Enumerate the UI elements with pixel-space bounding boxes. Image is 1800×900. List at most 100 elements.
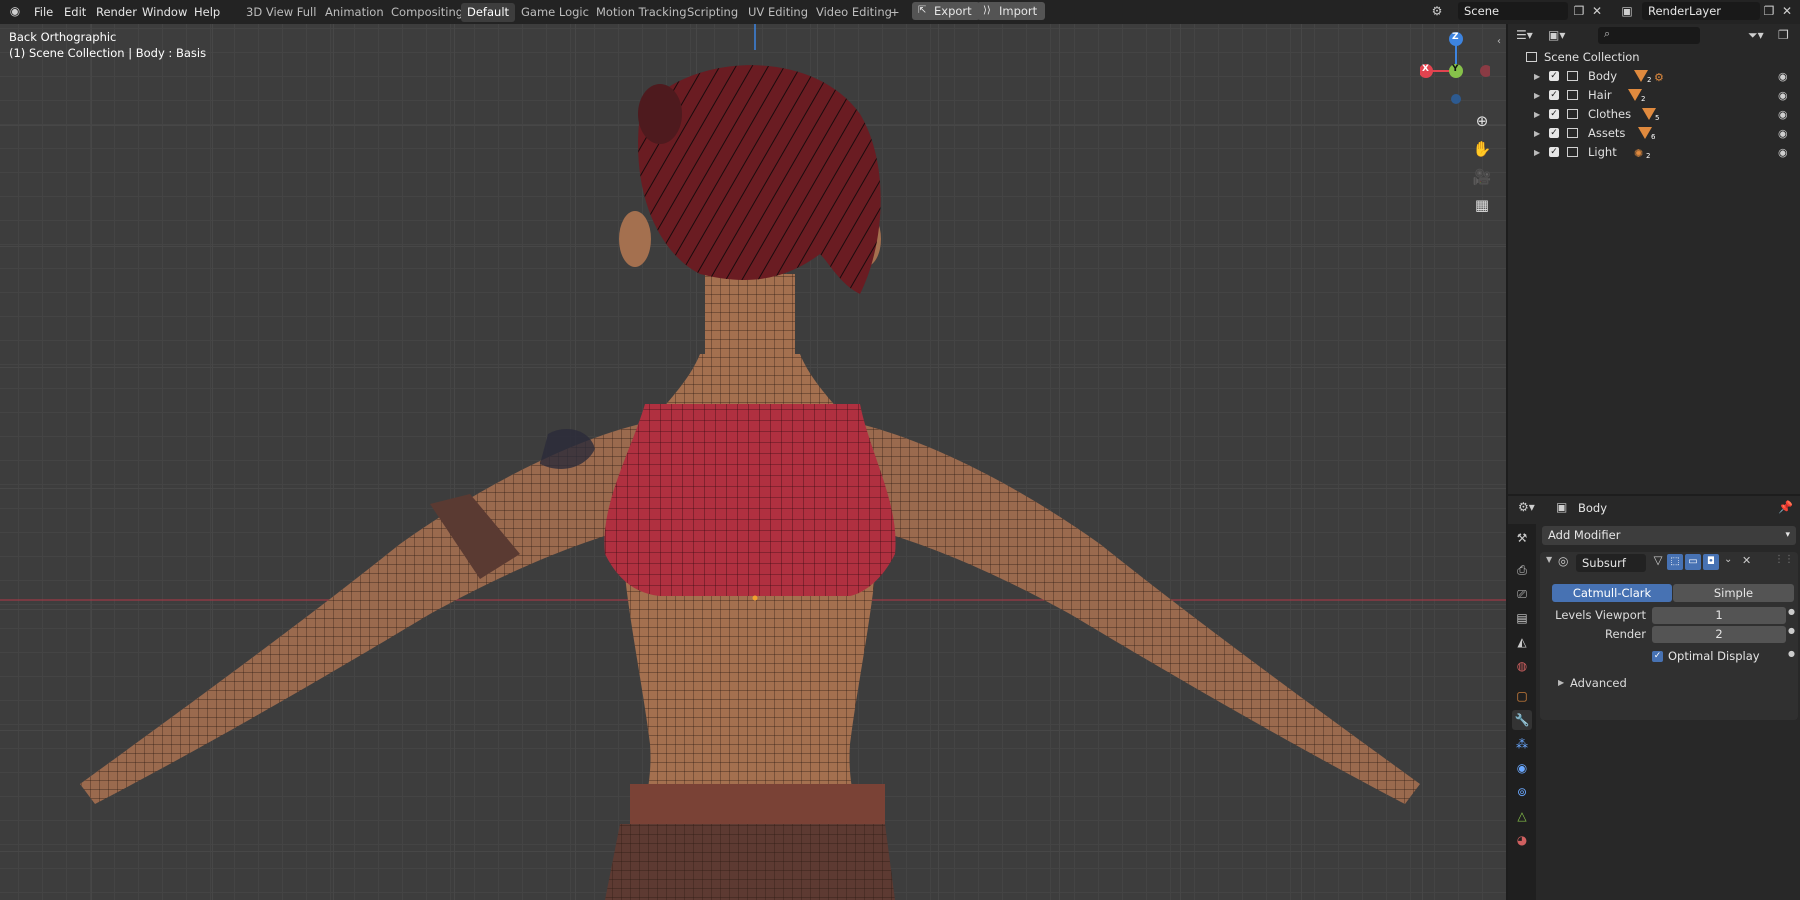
filter-icon-visible[interactable]: ⏷▾ bbox=[1748, 28, 1764, 43]
simple-option[interactable]: Simple bbox=[1673, 584, 1794, 602]
menu-edit[interactable]: Edit bbox=[58, 4, 92, 20]
new-collection-icon[interactable]: ❐ bbox=[1778, 28, 1789, 42]
collection-label: Hair bbox=[1588, 88, 1612, 102]
view-layer-tab-icon[interactable]: ▤ bbox=[1512, 608, 1532, 628]
camera-view-icon[interactable]: 🎥 bbox=[1469, 164, 1495, 190]
tab-3d-view-full[interactable]: 3D View Full bbox=[240, 3, 322, 22]
tool-tab-icon[interactable]: ⚒ bbox=[1512, 528, 1532, 548]
collection-icon bbox=[1567, 147, 1578, 157]
expand-arrow-icon[interactable]: ▶ bbox=[1534, 124, 1540, 143]
object-data-tab-icon[interactable]: △ bbox=[1512, 806, 1532, 826]
collapse-arrow-icon[interactable]: ▼ bbox=[1546, 555, 1552, 564]
properties-editor-type-icon[interactable]: ⚙▾ bbox=[1518, 500, 1535, 514]
render-tab-icon[interactable]: ⎙ bbox=[1512, 560, 1532, 580]
collection-icon bbox=[1567, 128, 1578, 138]
menu-window[interactable]: Window bbox=[136, 4, 193, 20]
viewport-display-icon[interactable]: ▭ bbox=[1685, 554, 1701, 570]
advanced-section-label[interactable]: Advanced bbox=[1570, 676, 1627, 690]
eye-icon[interactable]: ◉ bbox=[1778, 86, 1788, 105]
menu-render[interactable]: Render bbox=[90, 4, 143, 20]
output-tab-icon[interactable]: ⎚ bbox=[1512, 584, 1532, 604]
view-layer-icon[interactable]: ▣ bbox=[1618, 3, 1636, 20]
edit-cage-icon[interactable]: ▽ bbox=[1650, 553, 1666, 570]
outliner-row-assets[interactable]: ▶ ✓ Assets 6 ◉ bbox=[1508, 124, 1800, 143]
scene-selector-icon[interactable]: ⚙ bbox=[1428, 3, 1446, 20]
drag-handle-icon[interactable]: ⋮⋮ bbox=[1774, 554, 1794, 565]
render-levels-field[interactable]: 2 bbox=[1652, 626, 1786, 643]
scene-copy-icon[interactable]: ❐ bbox=[1570, 3, 1588, 20]
outliner-row-clothes[interactable]: ▶ ✓ Clothes 5 ◉ bbox=[1508, 105, 1800, 124]
tab-compositing[interactable]: Compositing bbox=[385, 3, 469, 22]
expand-arrow-icon[interactable]: ▶ bbox=[1534, 143, 1540, 162]
checkbox-exclude[interactable]: ✓ bbox=[1549, 128, 1559, 138]
scene-tab-icon[interactable]: ◭ bbox=[1512, 632, 1532, 652]
eye-icon[interactable]: ◉ bbox=[1778, 105, 1788, 124]
menu-help[interactable]: Help bbox=[188, 4, 226, 20]
keyframe-dot-icon[interactable]: ● bbox=[1788, 607, 1795, 616]
editor-type-icon[interactable]: ☰▾ bbox=[1516, 28, 1533, 42]
catmull-clark-option[interactable]: Catmull-Clark bbox=[1552, 584, 1672, 602]
light-icon: ✺ bbox=[1634, 147, 1644, 160]
view-layer-close-icon[interactable]: ✕ bbox=[1778, 3, 1796, 20]
levels-viewport-field[interactable]: 1 bbox=[1652, 607, 1786, 624]
constraints-tab-icon[interactable]: ⊚ bbox=[1512, 782, 1532, 802]
eye-icon[interactable]: ◉ bbox=[1778, 124, 1788, 143]
modifier-dropdown-icon[interactable]: ⌄ bbox=[1724, 554, 1732, 565]
eye-icon[interactable]: ◉ bbox=[1778, 143, 1788, 162]
advanced-expand-icon[interactable]: ▶ bbox=[1558, 678, 1564, 687]
eye-icon[interactable]: ◉ bbox=[1778, 67, 1788, 86]
add-workspace-button[interactable]: + bbox=[884, 3, 906, 22]
pin-icon[interactable]: 📌 bbox=[1778, 500, 1793, 514]
keyframe-dot-icon[interactable]: ● bbox=[1788, 649, 1795, 658]
display-mode-icon[interactable]: ▣▾ bbox=[1548, 28, 1565, 42]
gizmo-x-label: X bbox=[1422, 64, 1429, 74]
outliner-row-body[interactable]: ▶ ✓ Body 2 ⚙ ◉ bbox=[1508, 67, 1800, 86]
tab-animation[interactable]: Animation bbox=[319, 3, 390, 22]
modifier-tab-icon[interactable]: 🔧 bbox=[1512, 710, 1532, 730]
checkbox-exclude[interactable]: ✓ bbox=[1549, 147, 1559, 157]
modifier-name-field[interactable]: Subsurf bbox=[1576, 554, 1646, 572]
collection-icon bbox=[1567, 71, 1578, 81]
pan-hand-icon[interactable]: ✋ bbox=[1469, 136, 1495, 162]
scene-close-icon[interactable]: ✕ bbox=[1588, 3, 1606, 20]
menu-file[interactable]: File bbox=[28, 4, 59, 20]
view-layer-copy-icon[interactable]: ❐ bbox=[1760, 3, 1778, 20]
blender-logo-icon[interactable]: ◉ bbox=[6, 3, 24, 20]
particles-tab-icon[interactable]: ⁂ bbox=[1512, 734, 1532, 754]
outliner-search-input[interactable]: ⌕ bbox=[1598, 27, 1700, 44]
tab-motion-tracking[interactable]: Motion Tracking bbox=[590, 3, 693, 22]
checkbox-exclude[interactable]: ✓ bbox=[1549, 90, 1559, 100]
view-layer-field[interactable]: RenderLayer bbox=[1642, 2, 1760, 20]
3d-viewport[interactable]: Back Orthographic (1) Scene Collection |… bbox=[0, 24, 1506, 900]
navigation-gizmo[interactable]: Z Y X bbox=[1420, 29, 1490, 105]
checkbox-exclude[interactable]: ✓ bbox=[1549, 71, 1559, 81]
expand-arrow-icon[interactable]: ▶ bbox=[1534, 67, 1540, 86]
zoom-icon[interactable]: ⊕ bbox=[1469, 108, 1495, 134]
export-button[interactable]: ⇱ Export bbox=[912, 2, 980, 20]
edit-mode-icon[interactable]: ⬚ bbox=[1667, 554, 1683, 570]
collapse-sidebar-icon[interactable]: ‹ bbox=[1497, 36, 1501, 47]
keyframe-dot-icon[interactable]: ● bbox=[1788, 626, 1795, 635]
import-button[interactable]: ⟩⟩ Import bbox=[977, 2, 1046, 20]
remove-modifier-icon[interactable]: ✕ bbox=[1742, 554, 1751, 567]
tab-default[interactable]: Default bbox=[461, 3, 516, 22]
object-tab-icon[interactable]: ▢ bbox=[1512, 686, 1532, 706]
tab-scripting[interactable]: Scripting bbox=[681, 3, 744, 22]
optimal-display-checkbox[interactable]: ✓ bbox=[1652, 651, 1663, 662]
physics-tab-icon[interactable]: ◉ bbox=[1512, 758, 1532, 778]
tab-uv-editing[interactable]: UV Editing bbox=[742, 3, 814, 22]
chevron-down-icon: ▾ bbox=[1785, 530, 1790, 540]
world-tab-icon[interactable]: ◍ bbox=[1512, 656, 1532, 676]
add-modifier-dropdown[interactable]: Add Modifier ▾ bbox=[1542, 526, 1796, 545]
render-camera-icon[interactable]: ◘ bbox=[1703, 554, 1719, 570]
tab-game-logic[interactable]: Game Logic bbox=[515, 3, 595, 22]
scene-collection-row[interactable]: Scene Collection bbox=[1508, 48, 1800, 67]
expand-arrow-icon[interactable]: ▶ bbox=[1534, 86, 1540, 105]
outliner-row-light[interactable]: ▶ ✓ Light ✺ 2 ◉ bbox=[1508, 143, 1800, 162]
perspective-grid-icon[interactable]: ▦ bbox=[1469, 192, 1495, 218]
scene-name-field[interactable]: Scene bbox=[1458, 2, 1568, 20]
outliner-row-hair[interactable]: ▶ ✓ Hair 2 ◉ bbox=[1508, 86, 1800, 105]
checkbox-exclude[interactable]: ✓ bbox=[1549, 109, 1559, 119]
expand-arrow-icon[interactable]: ▶ bbox=[1534, 105, 1540, 124]
material-tab-icon[interactable]: ◕ bbox=[1512, 830, 1532, 850]
